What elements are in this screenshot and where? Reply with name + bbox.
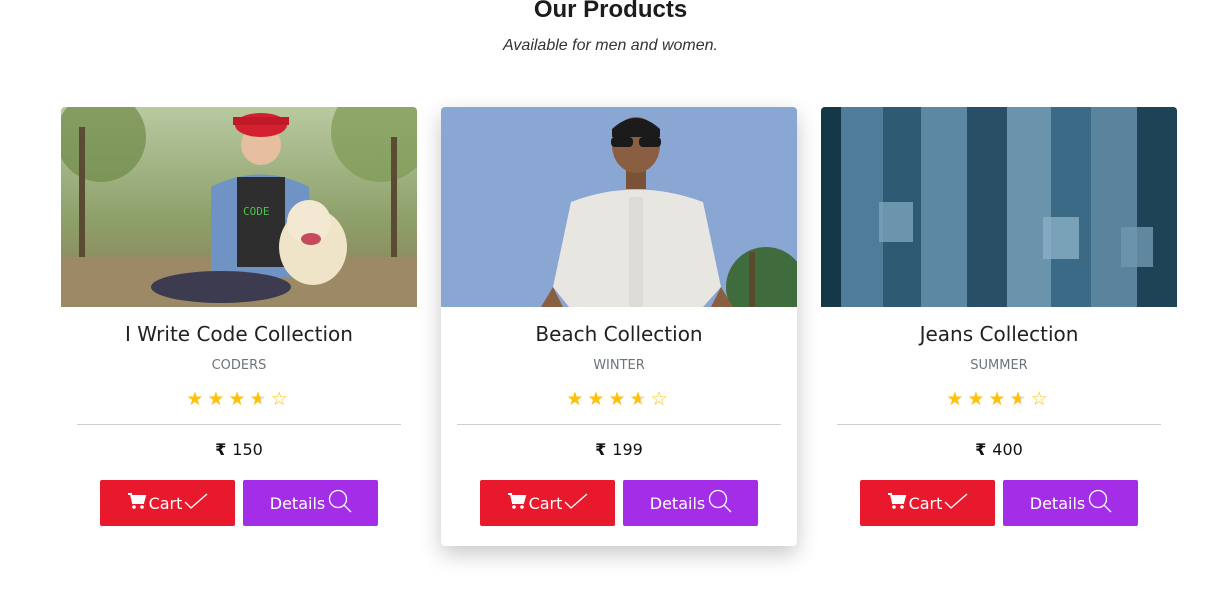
product-card: CODE I Write Code Collection CODERS ★★★★… bbox=[61, 107, 417, 546]
product-title: Beach Collection bbox=[535, 322, 703, 346]
details-button[interactable]: Details bbox=[243, 480, 378, 526]
star-icon: ★ bbox=[207, 388, 229, 410]
star-half-icon: ★ bbox=[629, 388, 651, 410]
checkmark-icon bbox=[184, 492, 208, 514]
star-outline-icon: ☆ bbox=[270, 388, 292, 410]
product-category: WINTER bbox=[593, 358, 645, 373]
rupee-icon: ₹ bbox=[215, 440, 227, 459]
product-price: ₹150 bbox=[61, 440, 417, 459]
magnifier-icon bbox=[327, 489, 353, 517]
product-card: Jeans Collection SUMMER ★★★★☆ ₹400 Cart … bbox=[821, 107, 1177, 546]
product-title: Jeans Collection bbox=[919, 322, 1079, 346]
product-price: ₹199 bbox=[441, 440, 797, 459]
product-image bbox=[821, 107, 1177, 307]
details-label: Details bbox=[649, 493, 706, 513]
star-icon: ★ bbox=[967, 388, 989, 410]
add-to-cart-button[interactable]: Cart bbox=[100, 480, 235, 526]
star-icon: ★ bbox=[946, 388, 968, 410]
section-title: Our Products bbox=[533, 0, 688, 23]
checkmark-icon bbox=[944, 492, 968, 514]
product-image bbox=[441, 107, 797, 307]
star-icon: ★ bbox=[608, 388, 630, 410]
product-price: ₹400 bbox=[821, 440, 1177, 459]
details-label: Details bbox=[1029, 493, 1086, 513]
price-value: 199 bbox=[612, 440, 643, 459]
shopping-cart-icon bbox=[887, 492, 907, 514]
price-value: 150 bbox=[232, 440, 263, 459]
star-icon: ★ bbox=[186, 388, 208, 410]
product-category: SUMMER bbox=[970, 358, 1028, 373]
details-button[interactable]: Details bbox=[623, 480, 758, 526]
star-rating: ★★★★☆ bbox=[441, 388, 797, 410]
magnifier-icon bbox=[707, 489, 733, 517]
add-to-cart-button[interactable]: Cart bbox=[480, 480, 615, 526]
shopping-cart-icon bbox=[127, 492, 147, 514]
details-button[interactable]: Details bbox=[1003, 480, 1138, 526]
rupee-icon: ₹ bbox=[595, 440, 607, 459]
product-category: CODERS bbox=[211, 358, 267, 373]
divider bbox=[77, 424, 401, 425]
cart-label: Cart bbox=[148, 493, 183, 513]
star-half-icon: ★ bbox=[1009, 388, 1031, 410]
star-icon: ★ bbox=[988, 388, 1010, 410]
divider bbox=[837, 424, 1161, 425]
star-half-icon: ★ bbox=[249, 388, 271, 410]
shopping-cart-icon bbox=[507, 492, 527, 514]
rupee-icon: ₹ bbox=[975, 440, 987, 459]
product-card: Beach Collection WINTER ★★★★☆ ₹199 Cart … bbox=[441, 107, 797, 546]
svg-text:CODE: CODE bbox=[243, 205, 270, 218]
divider bbox=[457, 424, 781, 425]
star-icon: ★ bbox=[566, 388, 588, 410]
checkmark-icon bbox=[564, 492, 588, 514]
section-subtitle: Available for men and women. bbox=[503, 37, 718, 54]
add-to-cart-button[interactable]: Cart bbox=[860, 480, 995, 526]
cart-label: Cart bbox=[908, 493, 943, 513]
product-title: I Write Code Collection bbox=[125, 322, 353, 346]
star-icon: ★ bbox=[228, 388, 250, 410]
cart-label: Cart bbox=[528, 493, 563, 513]
magnifier-icon bbox=[1087, 489, 1113, 517]
star-outline-icon: ☆ bbox=[650, 388, 672, 410]
star-icon: ★ bbox=[587, 388, 609, 410]
star-outline-icon: ☆ bbox=[1030, 388, 1052, 410]
star-rating: ★★★★☆ bbox=[821, 388, 1177, 410]
details-label: Details bbox=[269, 493, 326, 513]
product-image: CODE bbox=[61, 107, 417, 307]
star-rating: ★★★★☆ bbox=[61, 388, 417, 410]
price-value: 400 bbox=[992, 440, 1023, 459]
